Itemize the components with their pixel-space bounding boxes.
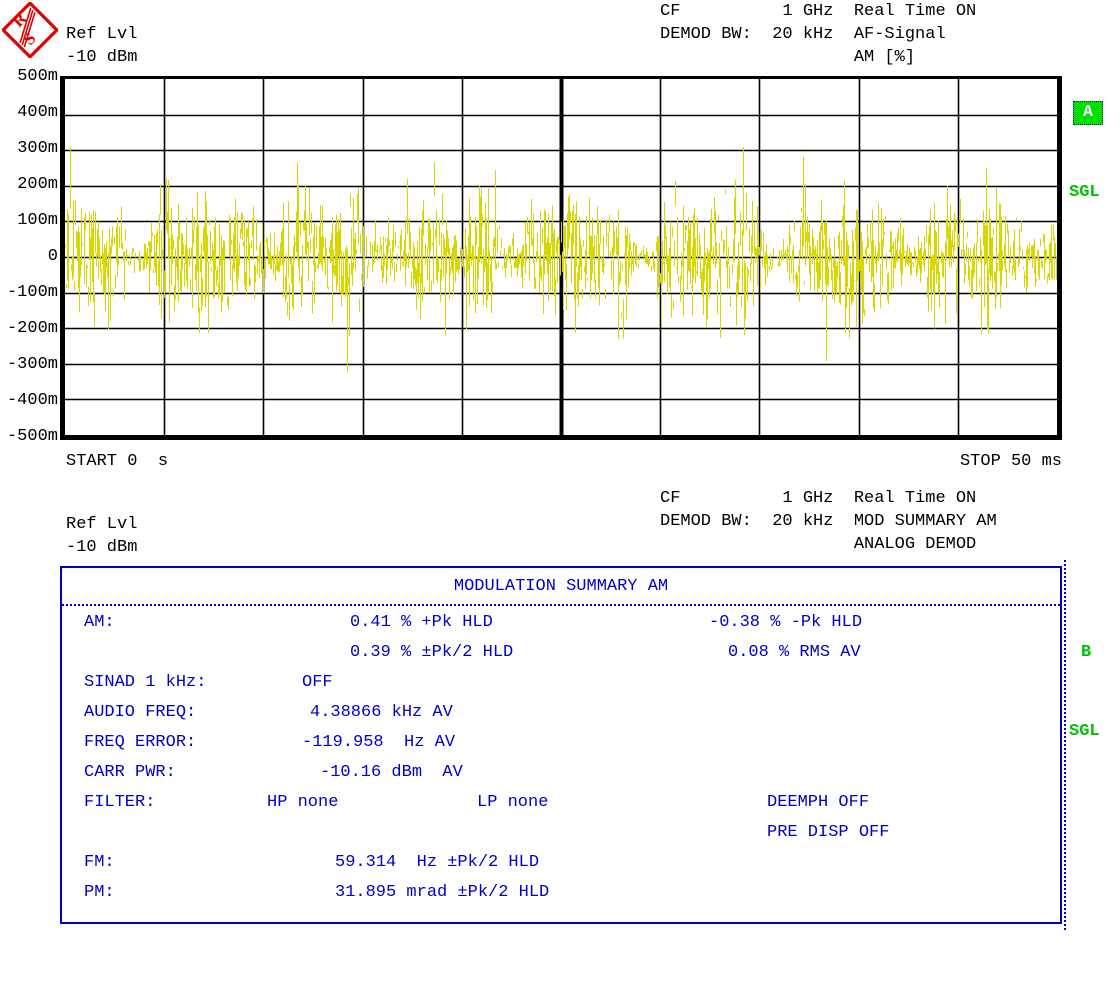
screen-b-sweep-mode: SGL xyxy=(1069,722,1100,741)
row-deemph-value[interactable]: DEEMPH OFF xyxy=(767,794,869,811)
screen-b-badge[interactable]: B xyxy=(1081,643,1091,662)
row-pre-disp-value[interactable]: PRE DISP OFF xyxy=(767,824,889,841)
row-filter-label: FILTER: xyxy=(84,793,156,812)
row-fm-value: 59.314 Hz ±Pk/2 HLD xyxy=(335,853,540,872)
row-freq-error-label: FREQ ERROR: xyxy=(84,733,197,752)
row-pm-value: 31.895 mrad ±Pk/2 HLD xyxy=(335,883,550,902)
screen-a-sweep-mode: SGL xyxy=(1069,183,1100,202)
x-axis-start-label: START 0 s xyxy=(66,452,169,471)
row-am-rms-value: 0.08 % RMS AV xyxy=(728,643,861,662)
screen-a-badge[interactable]: A xyxy=(1073,101,1103,125)
row-fm-label: FM: xyxy=(84,853,115,872)
row-pm-label: PM: xyxy=(84,883,115,902)
y-axis-labels: 500m 400m 300m 200m 100m 0 -100m -200m -… xyxy=(0,68,58,446)
screen-b-header-line-2: DEMOD BW: 20 kHz MOD SUMMARY AM xyxy=(660,512,997,531)
y-tick-0: 0 xyxy=(47,247,58,266)
screen-b-header-line-1: CF 1 GHz Real Time ON xyxy=(660,489,977,508)
y-tick-100m: 100m xyxy=(17,211,58,230)
af-signal-trace xyxy=(65,146,1057,373)
row-audio-freq-label: AUDIO FREQ: xyxy=(84,703,197,722)
row-filter-hp-value[interactable]: HP none xyxy=(267,794,338,811)
screen-b-ref-lvl-label: Ref Lvl xyxy=(66,515,138,534)
row-freq-error-value: -119.958 Hz AV xyxy=(302,733,456,752)
y-tick-500m: 500m xyxy=(17,67,58,86)
y-tick-m400m: -400m xyxy=(6,391,58,410)
y-tick-300m: 300m xyxy=(17,139,58,158)
screen-a-header-line-2: DEMOD BW: 20 kHz AF-Signal xyxy=(660,25,946,44)
rohde-schwarz-logo: R S xyxy=(2,2,58,58)
row-am-pk2-value: 0.39 % ±Pk/2 HLD xyxy=(350,643,514,662)
row-filter-lp-value[interactable]: LP none xyxy=(477,794,548,811)
summary-separator xyxy=(62,604,1060,606)
y-tick-m500m: -500m xyxy=(6,427,58,446)
screen-b-rail xyxy=(1064,560,1066,930)
row-am-peak-pos-value: 0.41 % +Pk HLD xyxy=(350,613,493,632)
screen-a-header-line-3: AM [%] xyxy=(660,48,916,67)
row-carr-pwr-label: CARR PWR: xyxy=(84,763,176,782)
row-carr-pwr-value: -10.16 dBm AV xyxy=(320,763,463,782)
screen-a-ref-lvl-label: Ref Lvl xyxy=(66,25,138,44)
row-audio-freq-value: 4.38866 kHz AV xyxy=(310,703,453,722)
modulation-summary-panel[interactable]: MODULATION SUMMARY AM AM: 0.41 % +Pk HLD… xyxy=(60,566,1062,924)
row-sinad-value: OFF xyxy=(302,673,333,692)
y-tick-400m: 400m xyxy=(17,103,58,122)
row-sinad-label: SINAD 1 kHz: xyxy=(84,673,207,692)
screen-b-ref-lvl-value: -10 dBm xyxy=(66,538,138,557)
y-tick-m100m: -100m xyxy=(6,283,58,302)
screen-a-header-line-1: CF 1 GHz Real Time ON xyxy=(660,2,977,21)
row-am-label: AM: xyxy=(84,613,115,632)
row-am-peak-neg-value: -0.38 % -Pk HLD xyxy=(709,613,863,632)
y-tick-200m: 200m xyxy=(17,175,58,194)
screen-b-header-line-3: ANALOG DEMOD xyxy=(660,535,977,554)
y-tick-m200m: -200m xyxy=(6,319,58,338)
af-signal-graph[interactable] xyxy=(60,76,1062,440)
modulation-summary-title: MODULATION SUMMARY AM xyxy=(453,577,669,596)
y-tick-m300m: -300m xyxy=(6,355,58,374)
x-axis-stop-label: STOP 50 ms xyxy=(959,452,1062,471)
screen-a-ref-lvl-value: -10 dBm xyxy=(66,48,138,67)
